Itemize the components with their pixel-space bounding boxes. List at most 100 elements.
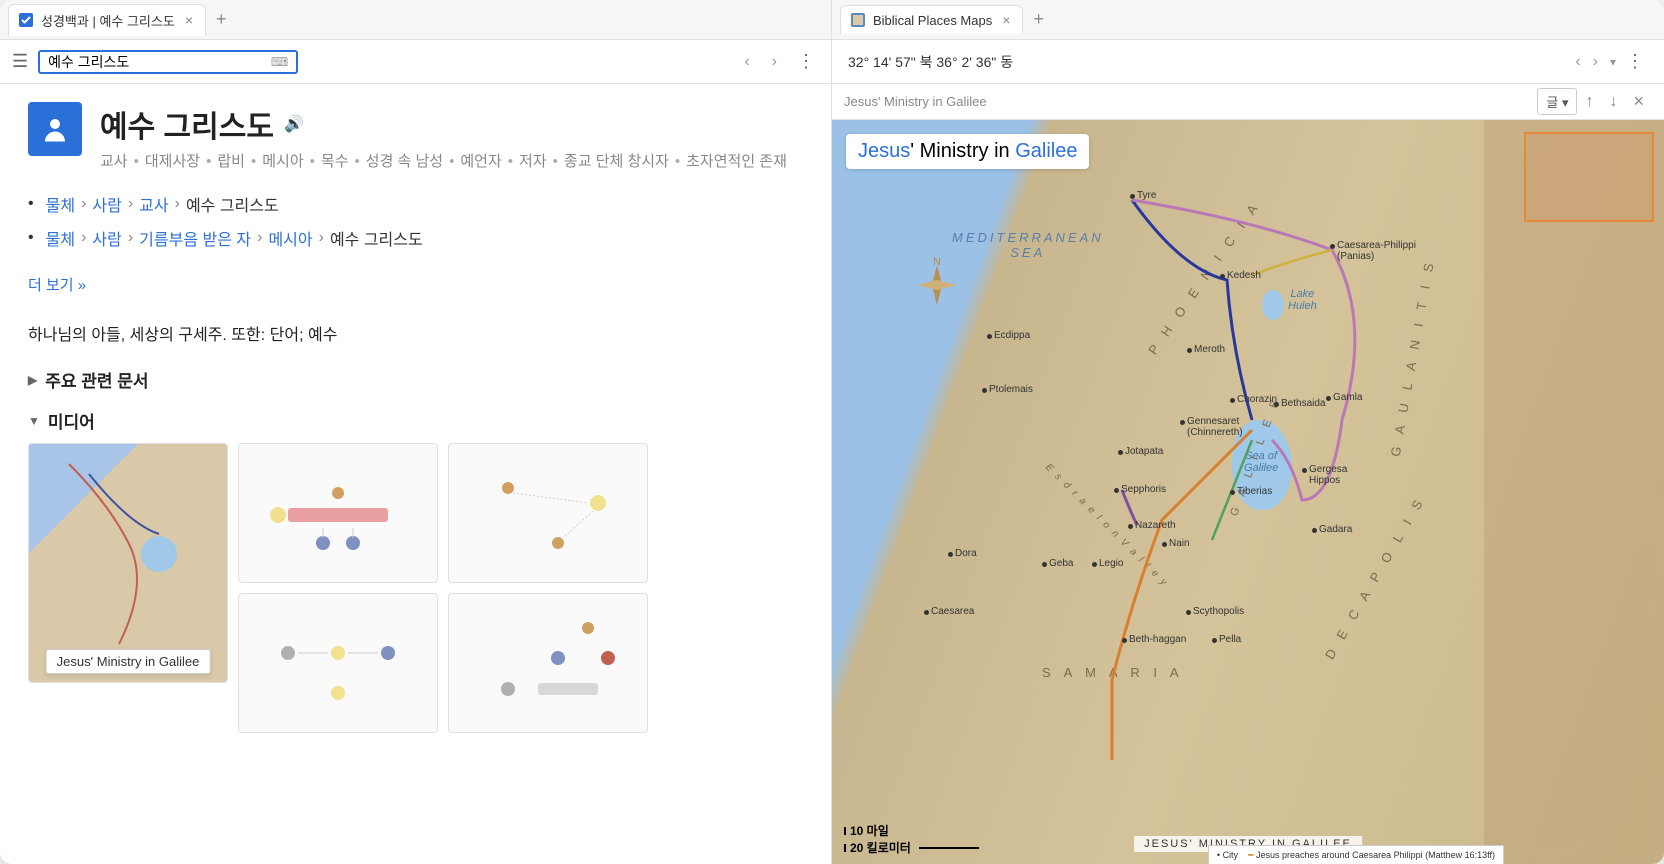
city-label: Gergesa Hippos [1309, 464, 1347, 486]
breadcrumb-link[interactable]: 사람 [92, 192, 121, 216]
city-label: Tiberias [1237, 486, 1272, 497]
section-title: 주요 관련 문서 [45, 367, 148, 392]
map-footer-legend: • City ━ Jesus preaches around Caesarea … [1208, 845, 1504, 864]
city-label: Scythopolis [1193, 606, 1244, 617]
city-label: Meroth [1194, 344, 1225, 355]
city-label: Nain [1169, 538, 1190, 549]
city-dot [1274, 402, 1279, 407]
lake-huleh-label: Lake Huleh [1288, 288, 1317, 312]
search-input[interactable] [48, 54, 271, 70]
city-dot [1092, 562, 1097, 567]
minimap[interactable] [1524, 132, 1654, 222]
media-thumbnail-chart[interactable] [448, 443, 648, 583]
city-dot [1114, 488, 1119, 493]
city-label: Chorazin [1237, 394, 1277, 405]
city-label: Gadara [1319, 524, 1352, 535]
checkbox-icon [19, 13, 33, 27]
media-thumbnail-map[interactable]: Jesus' Ministry in Galilee [28, 443, 228, 683]
city-dot [1230, 398, 1235, 403]
city-label: Ptolemais [989, 384, 1033, 395]
breadcrumb-link[interactable]: 사람 [92, 226, 121, 250]
lang-dropdown[interactable]: 글 ▾ [1537, 88, 1577, 115]
add-tab-button[interactable]: + [206, 5, 237, 34]
close-icon[interactable]: × [1625, 87, 1652, 116]
entry-content: 예수 그리스도 🔊 교사 • 대제사장 • 랍비 • 메시아 • 목수 • 성경… [0, 84, 831, 864]
entry-tag: 대제사장 [145, 150, 200, 174]
breadcrumb-link[interactable]: 교사 [139, 192, 168, 216]
city-label: Kedesh [1227, 270, 1261, 281]
keyboard-icon[interactable]: ⌨ [271, 55, 288, 69]
city-dot [982, 388, 987, 393]
close-icon[interactable]: × [1000, 12, 1012, 28]
section-title: 미디어 [48, 408, 95, 433]
city-label: Caesarea-Philippi (Panias) [1337, 240, 1416, 262]
breadcrumb-current: 예수 그리스도 [186, 192, 279, 216]
breadcrumb: •물체 › 사람 › 기름부음 받은 자 › 메시아 › 예수 그리스도 [28, 226, 803, 250]
nav-back-icon[interactable]: ‹ [1569, 49, 1586, 75]
media-thumbnail-chart[interactable] [448, 593, 648, 733]
breadcrumb-current: 예수 그리스도 [330, 226, 423, 250]
entry-tag: 종교 단체 창시자 [564, 150, 669, 174]
tab-encyclopedia[interactable]: 성경백과 | 예수 그리스도 × [8, 4, 206, 36]
city-dot [1180, 420, 1185, 425]
media-thumbnail-chart[interactable] [238, 443, 438, 583]
section-media[interactable]: ▼ 미디어 [28, 408, 803, 433]
entry-tag: 랍비 [217, 150, 245, 174]
sea-label: MEDITERRANEAN SEA [952, 230, 1104, 260]
coordinates-label: 32° 14' 57" 북 36° 2' 36" 동 [848, 52, 1013, 72]
city-dot [1122, 638, 1127, 643]
compass-icon: N [912, 260, 962, 310]
close-icon[interactable]: × [183, 12, 195, 28]
search-input-wrapper[interactable]: ⌨ [38, 50, 298, 74]
breadcrumb-link[interactable]: 메시아 [268, 226, 312, 250]
city-label: Sepphoris [1121, 484, 1166, 495]
city-label: Dora [955, 548, 977, 559]
region-samaria: S A M A R I A [1042, 665, 1184, 680]
see-more-link[interactable]: 더 보기 » [28, 274, 86, 295]
map-breadcrumb: Jesus' Ministry in Galilee [844, 94, 987, 109]
entry-tag: 예언자 [460, 150, 501, 174]
breadcrumb-link[interactable]: 물체 [46, 226, 75, 250]
chevron-right-icon: ▶ [28, 373, 37, 387]
city-dot [1118, 450, 1123, 455]
city-dot [1312, 528, 1317, 533]
person-icon [28, 102, 82, 156]
map-viewport[interactable]: Jesus' Ministry in Galilee N MEDITERRANE… [832, 120, 1664, 864]
menu-icon[interactable]: ☰ [12, 51, 28, 72]
speaker-icon[interactable]: 🔊 [284, 114, 304, 134]
entry-tag: 메시아 [262, 150, 303, 174]
section-related-docs[interactable]: ▶ 주요 관련 문서 [28, 367, 803, 392]
city-dot [987, 334, 992, 339]
nav-forward-icon[interactable]: › [766, 49, 783, 75]
tab-title: Biblical Places Maps [873, 13, 992, 28]
more-vertical-icon[interactable]: ⋮ [1622, 47, 1648, 76]
breadcrumb-link[interactable]: 기름부음 받은 자 [139, 226, 251, 250]
entry-tag: 목수 [321, 150, 349, 174]
media-thumbnail-chart[interactable] [238, 593, 438, 733]
city-dot [1212, 638, 1217, 643]
city-label: Bethsaida [1281, 398, 1325, 409]
more-vertical-icon[interactable]: ⋮ [793, 47, 819, 76]
breadcrumb-link[interactable]: 물체 [46, 192, 75, 216]
tab-title: 성경백과 | 예수 그리스도 [41, 11, 175, 30]
add-tab-button[interactable]: + [1023, 5, 1054, 34]
city-dot [948, 552, 953, 557]
entry-tag: 성경 속 남성 [366, 150, 443, 174]
city-label: Nazareth [1135, 520, 1176, 531]
entry-title: 예수 그리스도 [100, 102, 274, 146]
arrow-down-icon[interactable]: ↓ [1601, 89, 1625, 115]
entry-summary: 하나님의 아들, 세상의 구세주. 또한: 단어; 예수 [28, 321, 803, 345]
tab-maps[interactable]: Biblical Places Maps × [840, 5, 1023, 34]
arrow-up-icon[interactable]: ↑ [1577, 89, 1601, 115]
city-dot [1302, 468, 1307, 473]
entry-tag: 교사 [100, 150, 128, 174]
nav-forward-icon[interactable]: › [1587, 49, 1604, 75]
city-label: Legio [1099, 558, 1123, 569]
city-dot [1042, 562, 1047, 567]
breadcrumb: •물체 › 사람 › 교사 › 예수 그리스도 [28, 192, 803, 216]
city-label: Ecdippa [994, 330, 1030, 341]
entry-tags: 교사 • 대제사장 • 랍비 • 메시아 • 목수 • 성경 속 남성 • 예언… [100, 150, 787, 174]
city-dot [924, 610, 929, 615]
dropdown-icon[interactable]: ▾ [1604, 51, 1622, 73]
nav-back-icon[interactable]: ‹ [738, 49, 755, 75]
